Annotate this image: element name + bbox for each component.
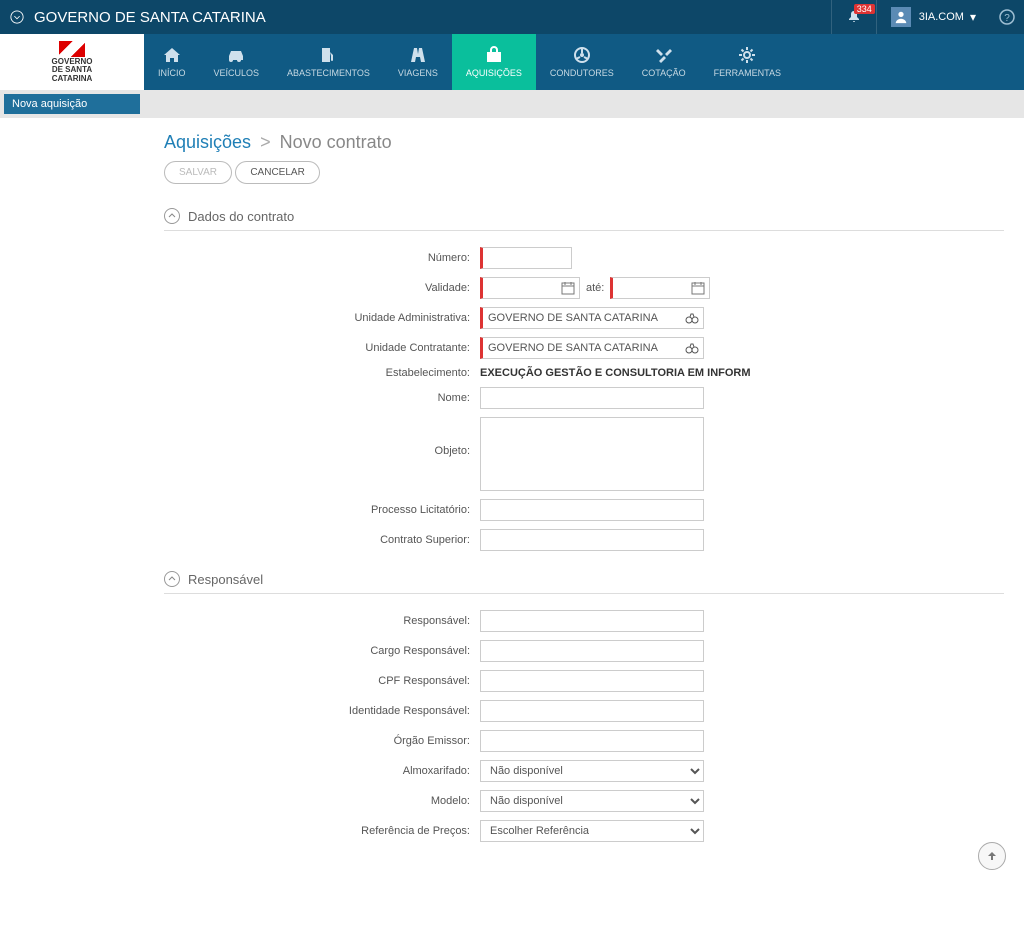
tab-cotacao[interactable]: COTAÇÃO bbox=[628, 34, 700, 90]
collapse-icon bbox=[164, 208, 180, 224]
user-label: 3IA.COM bbox=[919, 11, 964, 23]
objeto-textarea[interactable] bbox=[480, 417, 704, 491]
responsavel-input[interactable] bbox=[480, 610, 704, 632]
label-responsavel: Responsável: bbox=[164, 615, 480, 627]
breadcrumb: Aquisições > Novo contrato bbox=[164, 132, 1004, 153]
validade-fim-input[interactable] bbox=[610, 277, 710, 299]
top-bar: GOVERNO DE SANTA CATARINA 334 3IA.COM ▾ … bbox=[0, 0, 1024, 34]
estabelecimento-value: EXECUÇÃO GESTÃO E CONSULTORIA EM INFORM bbox=[480, 367, 751, 379]
arrow-up-icon bbox=[985, 849, 999, 863]
tools-icon bbox=[655, 46, 673, 64]
section-responsavel[interactable]: Responsável bbox=[164, 565, 1004, 594]
nome-input[interactable] bbox=[480, 387, 704, 409]
processo-lic-input[interactable] bbox=[480, 499, 704, 521]
save-button: SALVAR bbox=[164, 161, 232, 184]
calendar-icon bbox=[561, 281, 575, 298]
calendar-icon bbox=[691, 281, 705, 298]
label-nome: Nome: bbox=[164, 392, 480, 404]
flag-icon bbox=[59, 41, 85, 57]
breadcrumb-current: Novo contrato bbox=[280, 132, 392, 152]
label-modelo: Modelo: bbox=[164, 795, 480, 807]
tab-ferramentas[interactable]: FERRAMENTAS bbox=[700, 34, 795, 90]
tab-inicio[interactable]: INÍCIO bbox=[144, 34, 200, 90]
road-icon bbox=[409, 46, 427, 64]
org-title: GOVERNO DE SANTA CATARINA bbox=[34, 9, 831, 26]
help-button[interactable]: ? bbox=[990, 9, 1024, 25]
label-validade: Validade: bbox=[164, 282, 480, 294]
notifications-button[interactable]: 334 bbox=[831, 0, 876, 34]
label-orgao: Órgão Emissor: bbox=[164, 735, 480, 747]
label-cpf: CPF Responsável: bbox=[164, 675, 480, 687]
cargo-input[interactable] bbox=[480, 640, 704, 662]
tab-abastecimentos[interactable]: ABASTECIMENTOS bbox=[273, 34, 384, 90]
label-numero: Número: bbox=[164, 252, 480, 264]
referencia-precos-select[interactable]: Escolher Referência bbox=[480, 820, 704, 842]
section-dados-contrato[interactable]: Dados do contrato bbox=[164, 202, 1004, 231]
org-dropdown-icon[interactable] bbox=[0, 10, 34, 24]
orgao-input[interactable] bbox=[480, 730, 704, 752]
contrato-sup-input[interactable] bbox=[480, 529, 704, 551]
identidade-input[interactable] bbox=[480, 700, 704, 722]
label-ate: até: bbox=[586, 282, 604, 294]
unidade-con-lookup[interactable]: GOVERNO DE SANTA CATARINA bbox=[480, 337, 704, 359]
gear-icon bbox=[738, 46, 756, 64]
label-identidade: Identidade Responsável: bbox=[164, 705, 480, 717]
label-referencia-precos: Referência de Preços: bbox=[164, 825, 480, 837]
car-icon bbox=[225, 46, 247, 64]
sidebar-item-nova-aquisicao[interactable]: Nova aquisição bbox=[4, 94, 140, 114]
almoxarifado-select[interactable]: Não disponível bbox=[480, 760, 704, 782]
unidade-adm-lookup[interactable]: GOVERNO DE SANTA CATARINA bbox=[480, 307, 704, 329]
label-estabelecimento: Estabelecimento: bbox=[164, 367, 480, 379]
binoculars-icon bbox=[685, 341, 699, 358]
label-objeto: Objeto: bbox=[164, 417, 480, 457]
wheel-icon bbox=[573, 46, 591, 64]
logo: GOVERNO DE SANTA CATARINA bbox=[0, 34, 144, 90]
cpf-input[interactable] bbox=[480, 670, 704, 692]
cancel-button[interactable]: CANCELAR bbox=[235, 161, 319, 184]
label-processo-lic: Processo Licitatório: bbox=[164, 504, 480, 516]
label-unidade-adm: Unidade Administrativa: bbox=[164, 312, 480, 324]
label-contrato-sup: Contrato Superior: bbox=[164, 534, 480, 546]
modelo-select[interactable]: Não disponível bbox=[480, 790, 704, 812]
svg-text:?: ? bbox=[1004, 13, 1010, 24]
tab-condutores[interactable]: CONDUTORES bbox=[536, 34, 628, 90]
home-icon bbox=[162, 46, 182, 64]
label-cargo: Cargo Responsável: bbox=[164, 645, 480, 657]
user-menu[interactable]: 3IA.COM ▾ bbox=[876, 0, 990, 34]
fuel-icon bbox=[319, 46, 337, 64]
binoculars-icon bbox=[685, 311, 699, 328]
bag-icon bbox=[485, 46, 503, 64]
collapse-icon bbox=[164, 571, 180, 587]
numero-input[interactable] bbox=[480, 247, 572, 269]
tab-aquisicoes[interactable]: AQUISIÇÕES bbox=[452, 34, 536, 90]
sidebar: GOVERNO DE SANTA CATARINA Nova aquisição bbox=[0, 34, 144, 118]
breadcrumb-root[interactable]: Aquisições bbox=[164, 132, 251, 152]
label-unidade-con: Unidade Contratante: bbox=[164, 342, 480, 354]
label-almoxarifado: Almoxarifado: bbox=[164, 765, 480, 777]
main-nav: INÍCIO VEÍCULOS ABASTECIMENTOS VIAGENS A… bbox=[144, 34, 1024, 90]
tab-veiculos[interactable]: VEÍCULOS bbox=[200, 34, 274, 90]
tab-viagens[interactable]: VIAGENS bbox=[384, 34, 452, 90]
caret-down-icon: ▾ bbox=[970, 10, 976, 24]
avatar-icon bbox=[891, 7, 911, 27]
notif-badge: 334 bbox=[854, 4, 875, 14]
scroll-top-button[interactable] bbox=[978, 842, 1006, 870]
validade-inicio-input[interactable] bbox=[480, 277, 580, 299]
